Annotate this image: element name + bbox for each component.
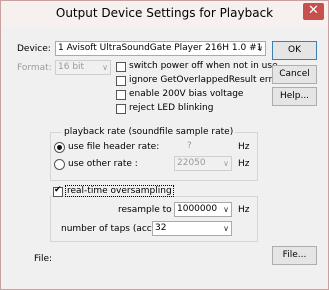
- ignore-overlapped-label: ignore GetOverlappedResult error: [129, 75, 282, 85]
- chevron-down-icon: ∨: [223, 159, 229, 168]
- format-select[interactable]: 16 bit ∨: [55, 60, 111, 75]
- switch-power-checkbox[interactable]: [116, 62, 126, 72]
- ignore-overlapped-checkbox[interactable]: [116, 76, 126, 86]
- device-select[interactable]: 1 Avisoft UltraSoundGate Player 216H 1.0…: [55, 41, 266, 56]
- device-label: Device:: [17, 44, 51, 54]
- format-label: Format:: [17, 63, 52, 73]
- dialog-body: Device: 1 Avisoft UltraSoundGate Player …: [6, 29, 323, 284]
- chevron-down-icon: ∨: [223, 224, 229, 233]
- use-file-header-label: use file header rate:: [68, 142, 160, 152]
- oversampling-checkbox[interactable]: [53, 185, 63, 197]
- use-other-rate-radio[interactable]: [54, 159, 65, 170]
- chevron-down-icon: ∨: [257, 44, 263, 53]
- device-value: 1 Avisoft UltraSoundGate Player 216H 1.0…: [58, 43, 263, 53]
- reject-led-label: reject LED blinking: [129, 103, 214, 113]
- file-button[interactable]: File...: [272, 246, 317, 265]
- chevron-down-icon: ∨: [223, 205, 229, 214]
- oversampling-label: real-time oversampling: [65, 185, 174, 197]
- resample-to-label: resample to :: [118, 205, 178, 215]
- use-other-rate-label: use other rate :: [68, 159, 138, 169]
- file-header-rate-value: ?: [187, 141, 192, 151]
- file-label: File:: [34, 254, 53, 264]
- enable-200v-label: enable 200V bias voltage: [129, 89, 244, 99]
- use-file-header-radio[interactable]: [54, 142, 65, 153]
- format-value: 16 bit: [58, 62, 85, 72]
- other-rate-value: 22050: [177, 158, 206, 168]
- reject-led-checkbox[interactable]: [116, 104, 126, 114]
- resample-to-unit: Hz: [238, 205, 250, 215]
- resample-to-select[interactable]: 1000000 ∨: [174, 202, 232, 217]
- help-button[interactable]: Help...: [272, 87, 317, 106]
- other-rate-select[interactable]: 22050 ∨: [174, 156, 232, 171]
- taps-value: 32: [155, 223, 167, 233]
- file-header-rate-unit: Hz: [238, 142, 250, 152]
- ok-button[interactable]: OK: [272, 41, 317, 60]
- chevron-down-icon: ∨: [102, 63, 108, 72]
- other-rate-unit: Hz: [238, 159, 250, 169]
- taps-select[interactable]: 32 ∨: [152, 221, 232, 236]
- window-title: Output Device Settings for Playback: [55, 6, 274, 20]
- title-bar[interactable]: Output Device Settings for Playback ✕: [1, 1, 328, 28]
- playback-rate-group-label: playback rate (soundfile sample rate): [62, 127, 236, 137]
- enable-200v-checkbox[interactable]: [116, 90, 126, 100]
- dialog-window: Output Device Settings for Playback ✕ De…: [0, 0, 329, 290]
- cancel-button[interactable]: Cancel: [272, 65, 317, 84]
- close-icon[interactable]: ✕: [303, 3, 324, 20]
- resample-to-value: 1000000: [177, 204, 218, 214]
- switch-power-label: switch power off when not in use: [129, 61, 278, 71]
